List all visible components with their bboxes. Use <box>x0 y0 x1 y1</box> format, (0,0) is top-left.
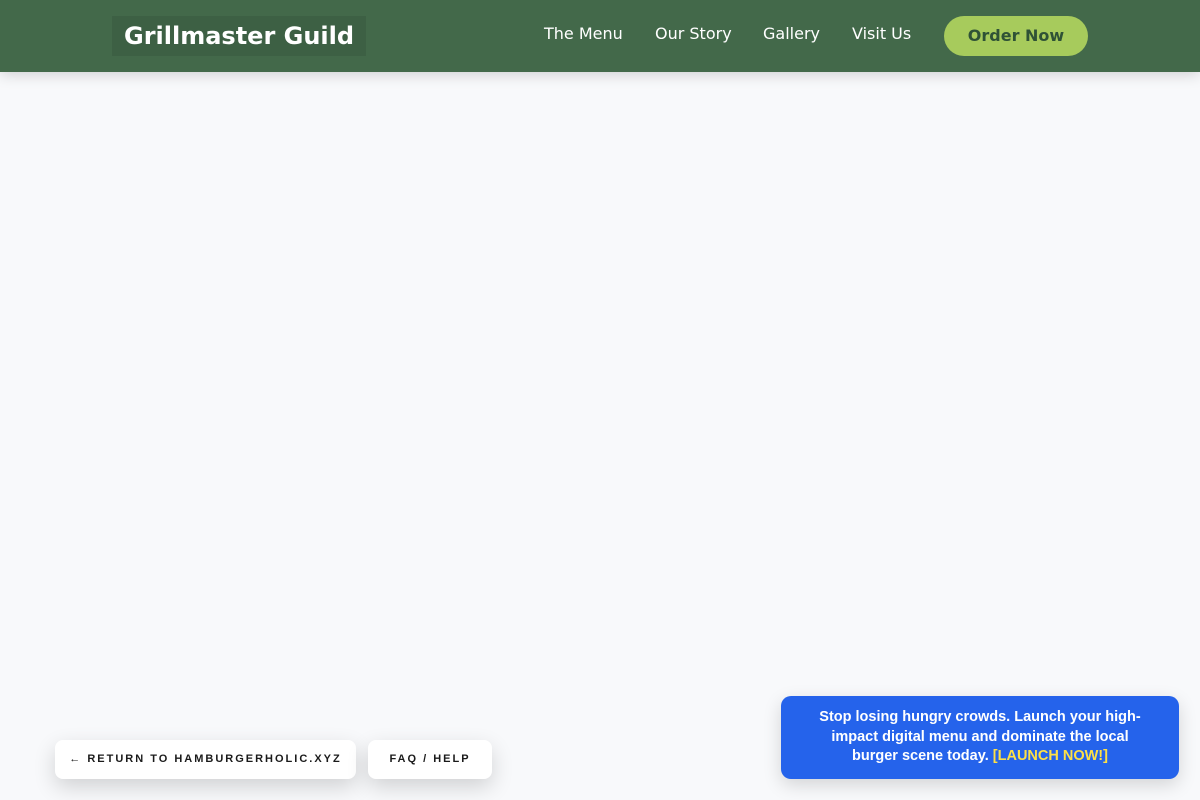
nav-link-the-menu[interactable]: The Menu <box>544 24 623 44</box>
promo-banner: Stop losing hungry crowds. Launch your h… <box>781 696 1179 779</box>
order-now-button[interactable]: Order Now <box>944 16 1088 56</box>
faq-help-button[interactable]: FAQ / HELP <box>368 740 492 779</box>
site-header: Grillmaster Guild The Menu Our Story Gal… <box>0 0 1200 72</box>
brand-logo[interactable]: Grillmaster Guild <box>112 16 367 56</box>
nav-link-gallery[interactable]: Gallery <box>763 24 820 44</box>
nav-link-our-story[interactable]: Our Story <box>655 24 732 44</box>
return-to-site-button[interactable]: ← RETURN TO HAMBURGERHOLIC.XYZ <box>55 740 356 779</box>
nav-link-visit-us[interactable]: Visit Us <box>852 24 911 44</box>
promo-launch-link[interactable]: [LAUNCH NOW!] <box>993 748 1108 764</box>
